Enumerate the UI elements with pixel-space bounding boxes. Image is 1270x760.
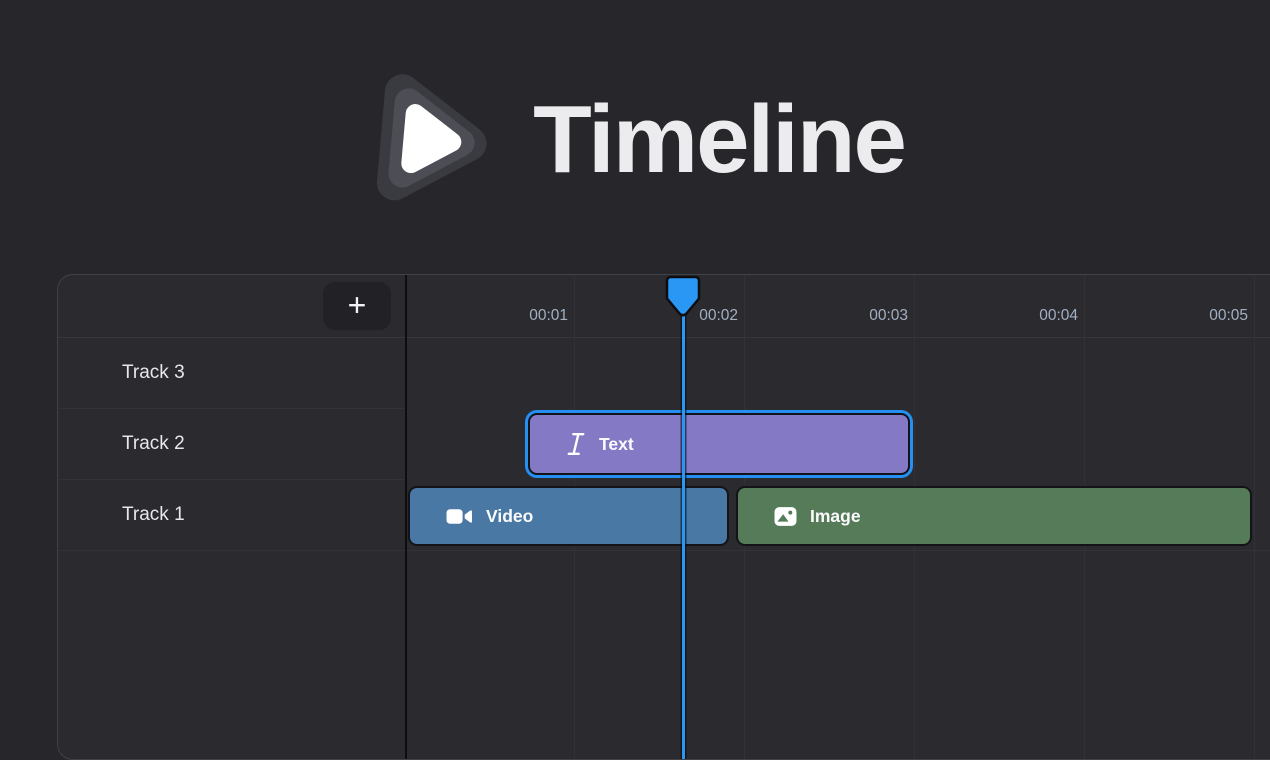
track-row-3[interactable]: Track 3: [58, 338, 405, 409]
timeline-area[interactable]: Text Video Image: [407, 275, 1270, 759]
video-camera-icon: [446, 506, 473, 527]
clip-label: Text: [599, 434, 634, 455]
track-label: Track 1: [122, 504, 185, 526]
playhead-line[interactable]: [682, 309, 685, 759]
timeline-panel: + Track 3 Track 2 Track 1 Text: [57, 274, 1270, 760]
ruler-gridline: [1254, 275, 1255, 759]
ruler-time-label: 00:01: [404, 275, 574, 337]
ruler-divider: [407, 337, 1270, 338]
clip-text[interactable]: Text: [528, 413, 910, 475]
track-sidebar: + Track 3 Track 2 Track 1: [58, 275, 407, 759]
track-label: Track 3: [122, 362, 185, 384]
playhead-handle[interactable]: [664, 275, 702, 319]
clip-label: Image: [810, 506, 861, 527]
app-header: Timeline: [0, 0, 1270, 280]
sidebar-header: +: [58, 275, 405, 338]
clip-label: Video: [486, 506, 533, 527]
ruler-time-label: 00:04: [914, 275, 1084, 337]
page: { "header": { "title": "Timeline" }, "pa…: [0, 0, 1270, 760]
track-row-2[interactable]: Track 2: [58, 409, 405, 480]
ruler-time-label: 00:02: [574, 275, 744, 337]
italic-text-icon: [566, 431, 586, 457]
ruler-time-label: 00:05: [1084, 275, 1254, 337]
track-row-1[interactable]: Track 1: [58, 480, 405, 551]
track-label: Track 2: [122, 433, 185, 455]
play-logo-icon: [365, 70, 505, 210]
clip-image[interactable]: Image: [736, 486, 1252, 546]
ruler-time-label: 00:03: [744, 275, 914, 337]
page-title: Timeline: [533, 92, 905, 188]
image-icon: [774, 506, 797, 527]
tracks-divider: [407, 550, 1270, 551]
add-track-button[interactable]: +: [323, 282, 391, 330]
